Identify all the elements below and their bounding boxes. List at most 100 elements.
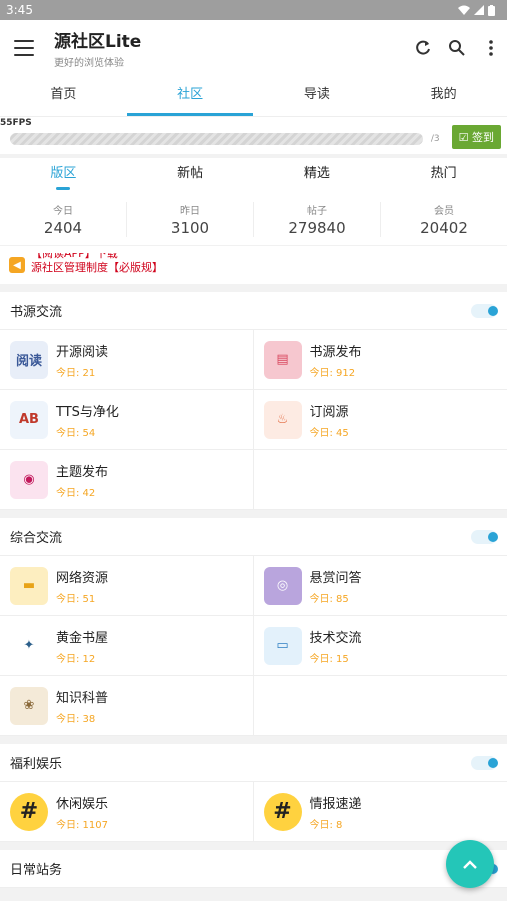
fps-bar bbox=[10, 132, 423, 145]
section-title: 日常站务 bbox=[10, 863, 63, 878]
section-toggle[interactable] bbox=[471, 529, 498, 544]
search-icon[interactable] bbox=[447, 38, 467, 58]
section-toggle[interactable] bbox=[471, 303, 498, 318]
notice-bar[interactable]: ◀ 【阅读APP】下载 源社区管理制度【必版规】 bbox=[0, 246, 507, 284]
fps-label: 55FPS bbox=[0, 118, 32, 128]
section-header[interactable]: 福利娱乐 bbox=[0, 744, 507, 782]
book-reader-icon: 阅读 bbox=[10, 340, 48, 379]
board-item[interactable]: AB TTS与净化 今日: 54 bbox=[0, 390, 254, 450]
board-name: 知识科普 bbox=[56, 690, 109, 706]
fps-row: 55FPS /3 ☑ 签到 bbox=[0, 116, 507, 154]
sub-tabs: 版区 新帖 精选 热门 bbox=[0, 158, 507, 194]
section-header[interactable]: 综合交流 bbox=[0, 518, 507, 556]
board-info: 网络资源今日: 51 bbox=[56, 567, 108, 605]
section-header[interactable]: 书源交流 bbox=[0, 292, 507, 330]
signin-button[interactable]: ☑ 签到 bbox=[451, 124, 501, 149]
board-item-empty bbox=[253, 450, 507, 510]
board-item[interactable]: ♨ 订阅源 今日: 45 bbox=[253, 390, 507, 450]
tab-home[interactable]: 首页 bbox=[0, 76, 127, 116]
board-name: 订阅源 bbox=[309, 404, 349, 420]
board-item[interactable]: ▤ 书源发布 今日: 912 bbox=[253, 330, 507, 390]
more-vert-icon[interactable] bbox=[481, 38, 501, 58]
board-section: 综合交流 ▬ 网络资源 今日: 51 ◎ 悬赏问答 今日: 85 ✦ 黄金书屋 今日: 12 ▭ 技术… bbox=[0, 518, 507, 736]
board-info: TTS与净化 今日: 54 bbox=[56, 401, 119, 439]
board-name: 开源阅读 bbox=[56, 344, 109, 360]
board-item[interactable]: 阅读 开源阅读今日: 21 bbox=[0, 330, 254, 390]
tab-guide[interactable]: 导读 bbox=[254, 76, 381, 116]
board-item[interactable]: # 休闲娱乐 今日: 1107 bbox=[0, 782, 254, 842]
hashtag-icon: # bbox=[10, 792, 48, 831]
stat-value: 3100 bbox=[170, 219, 210, 237]
board-item-empty bbox=[253, 676, 507, 736]
tab-mine[interactable]: 我的 bbox=[380, 76, 507, 116]
game-controller-icon: ◎ bbox=[263, 566, 302, 605]
board-today-count: 今日: 21 bbox=[56, 367, 96, 379]
board-info: 情报速递 今日: 8 bbox=[310, 793, 362, 831]
board-today-count: 今日: 45 bbox=[309, 427, 349, 439]
menu-icon[interactable] bbox=[14, 40, 34, 56]
board-item[interactable]: ✦ 黄金书屋 今日: 12 bbox=[0, 616, 254, 676]
board-info: 知识科普今日: 38 bbox=[56, 687, 108, 725]
open-book-icon: ✦ bbox=[10, 626, 48, 665]
board-item[interactable]: ❀ 知识科普 今日: 38 bbox=[0, 676, 254, 736]
board-today-count: 今日: 42 bbox=[56, 487, 96, 499]
refresh-icon[interactable] bbox=[413, 38, 433, 58]
board-today-count: 今日: 85 bbox=[309, 593, 349, 605]
board-sections: 书源交流 阅读 开源阅读 今日: 21 ▤ 书源发布 今日: 912 AB TTS与净化 今日: … bbox=[0, 292, 507, 888]
app-title: 源社区Lite bbox=[54, 32, 142, 52]
section-header[interactable]: 日常站务 bbox=[0, 850, 507, 888]
board-grid: 阅读 开源阅读 今日: 21 ▤ 书源发布 今日: 912 AB TTS与净化 今日: 54 ♨ 订… bbox=[0, 330, 507, 510]
speaker-icon: ◀ bbox=[9, 257, 25, 273]
board-info: 订阅源今日: 45 bbox=[310, 401, 349, 439]
board-info: 技术交流今日: 15 bbox=[310, 627, 362, 665]
board-info: 开源阅读今日: 21 bbox=[56, 341, 108, 379]
subtab-featured[interactable]: 精选 bbox=[254, 158, 381, 194]
board-info: 主题发布今日: 42 bbox=[56, 461, 108, 499]
app-titles: 源社区Lite 更好的浏览体验 bbox=[54, 27, 413, 69]
section-toggle[interactable] bbox=[471, 755, 498, 770]
status-time: 3:45 bbox=[6, 3, 33, 17]
folder-icon: ▬ bbox=[10, 566, 48, 605]
board-info: 悬赏问答 今日: 85 bbox=[310, 567, 362, 605]
tab-community[interactable]: 社区 bbox=[127, 76, 254, 116]
app-actions bbox=[413, 38, 501, 58]
board-today-count: 今日: 8 bbox=[309, 819, 343, 831]
board-item[interactable]: ▬ 网络资源 今日: 51 bbox=[0, 556, 254, 616]
app-bar: 源社区Lite 更好的浏览体验 bbox=[0, 20, 507, 76]
board-item[interactable]: # 情报速递 今日: 8 bbox=[253, 782, 507, 842]
board-name: 网络资源 bbox=[56, 570, 109, 586]
notice-line[interactable]: 源社区管理制度【必版规】 bbox=[31, 261, 163, 275]
board-today-count: 今日: 38 bbox=[56, 713, 96, 725]
board-grid: ▬ 网络资源 今日: 51 ◎ 悬赏问答 今日: 85 ✦ 黄金书屋 今日: 12 ▭ 技术交流 今日… bbox=[0, 556, 507, 736]
board-section: 书源交流 阅读 开源阅读 今日: 21 ▤ 书源发布 今日: 912 AB TTS与净化 今日: … bbox=[0, 292, 507, 510]
subtab-hot[interactable]: 热门 bbox=[380, 158, 507, 194]
laptop-icon: ▭ bbox=[263, 626, 302, 665]
top-tabs: 首页 社区 导读 我的 bbox=[0, 76, 507, 116]
board-name: 黄金书屋 bbox=[56, 630, 109, 646]
board-today-count: 今日: 912 bbox=[309, 367, 356, 379]
status-bar: 3:45 bbox=[0, 0, 507, 20]
status-icons bbox=[458, 4, 495, 16]
board-section: 福利娱乐 # 休闲娱乐 今日: 1107 # 情报速递 今日: 8 bbox=[0, 744, 507, 842]
notice-line[interactable]: 【阅读APP】下载 bbox=[31, 253, 163, 261]
board-name: 技术交流 bbox=[309, 630, 362, 646]
board-item[interactable]: ▭ 技术交流 今日: 15 bbox=[253, 616, 507, 676]
battery-icon bbox=[488, 4, 495, 16]
board-info: 黄金书屋今日: 12 bbox=[56, 627, 108, 665]
board-today-count: 今日: 51 bbox=[56, 593, 96, 605]
stat-label: 会员 bbox=[434, 206, 454, 217]
board-name: 主题发布 bbox=[56, 464, 109, 480]
board-name: 书源发布 bbox=[309, 344, 362, 360]
subtab-indicator bbox=[56, 187, 70, 190]
stat-value: 20402 bbox=[420, 219, 468, 237]
board-today-count: 今日: 12 bbox=[56, 653, 96, 665]
board-item[interactable]: ◉ 主题发布 今日: 42 bbox=[0, 450, 254, 510]
notice-lines: 【阅读APP】下载 源社区管理制度【必版规】 bbox=[31, 253, 163, 277]
subtab-new-posts[interactable]: 新帖 bbox=[127, 158, 254, 194]
wifi-icon bbox=[458, 5, 470, 15]
board-today-count: 今日: 15 bbox=[309, 653, 349, 665]
stat-label: 帖子 bbox=[307, 206, 327, 217]
section-title: 书源交流 bbox=[10, 305, 63, 320]
board-item[interactable]: ◎ 悬赏问答 今日: 85 bbox=[253, 556, 507, 616]
scroll-top-button[interactable] bbox=[446, 840, 494, 888]
